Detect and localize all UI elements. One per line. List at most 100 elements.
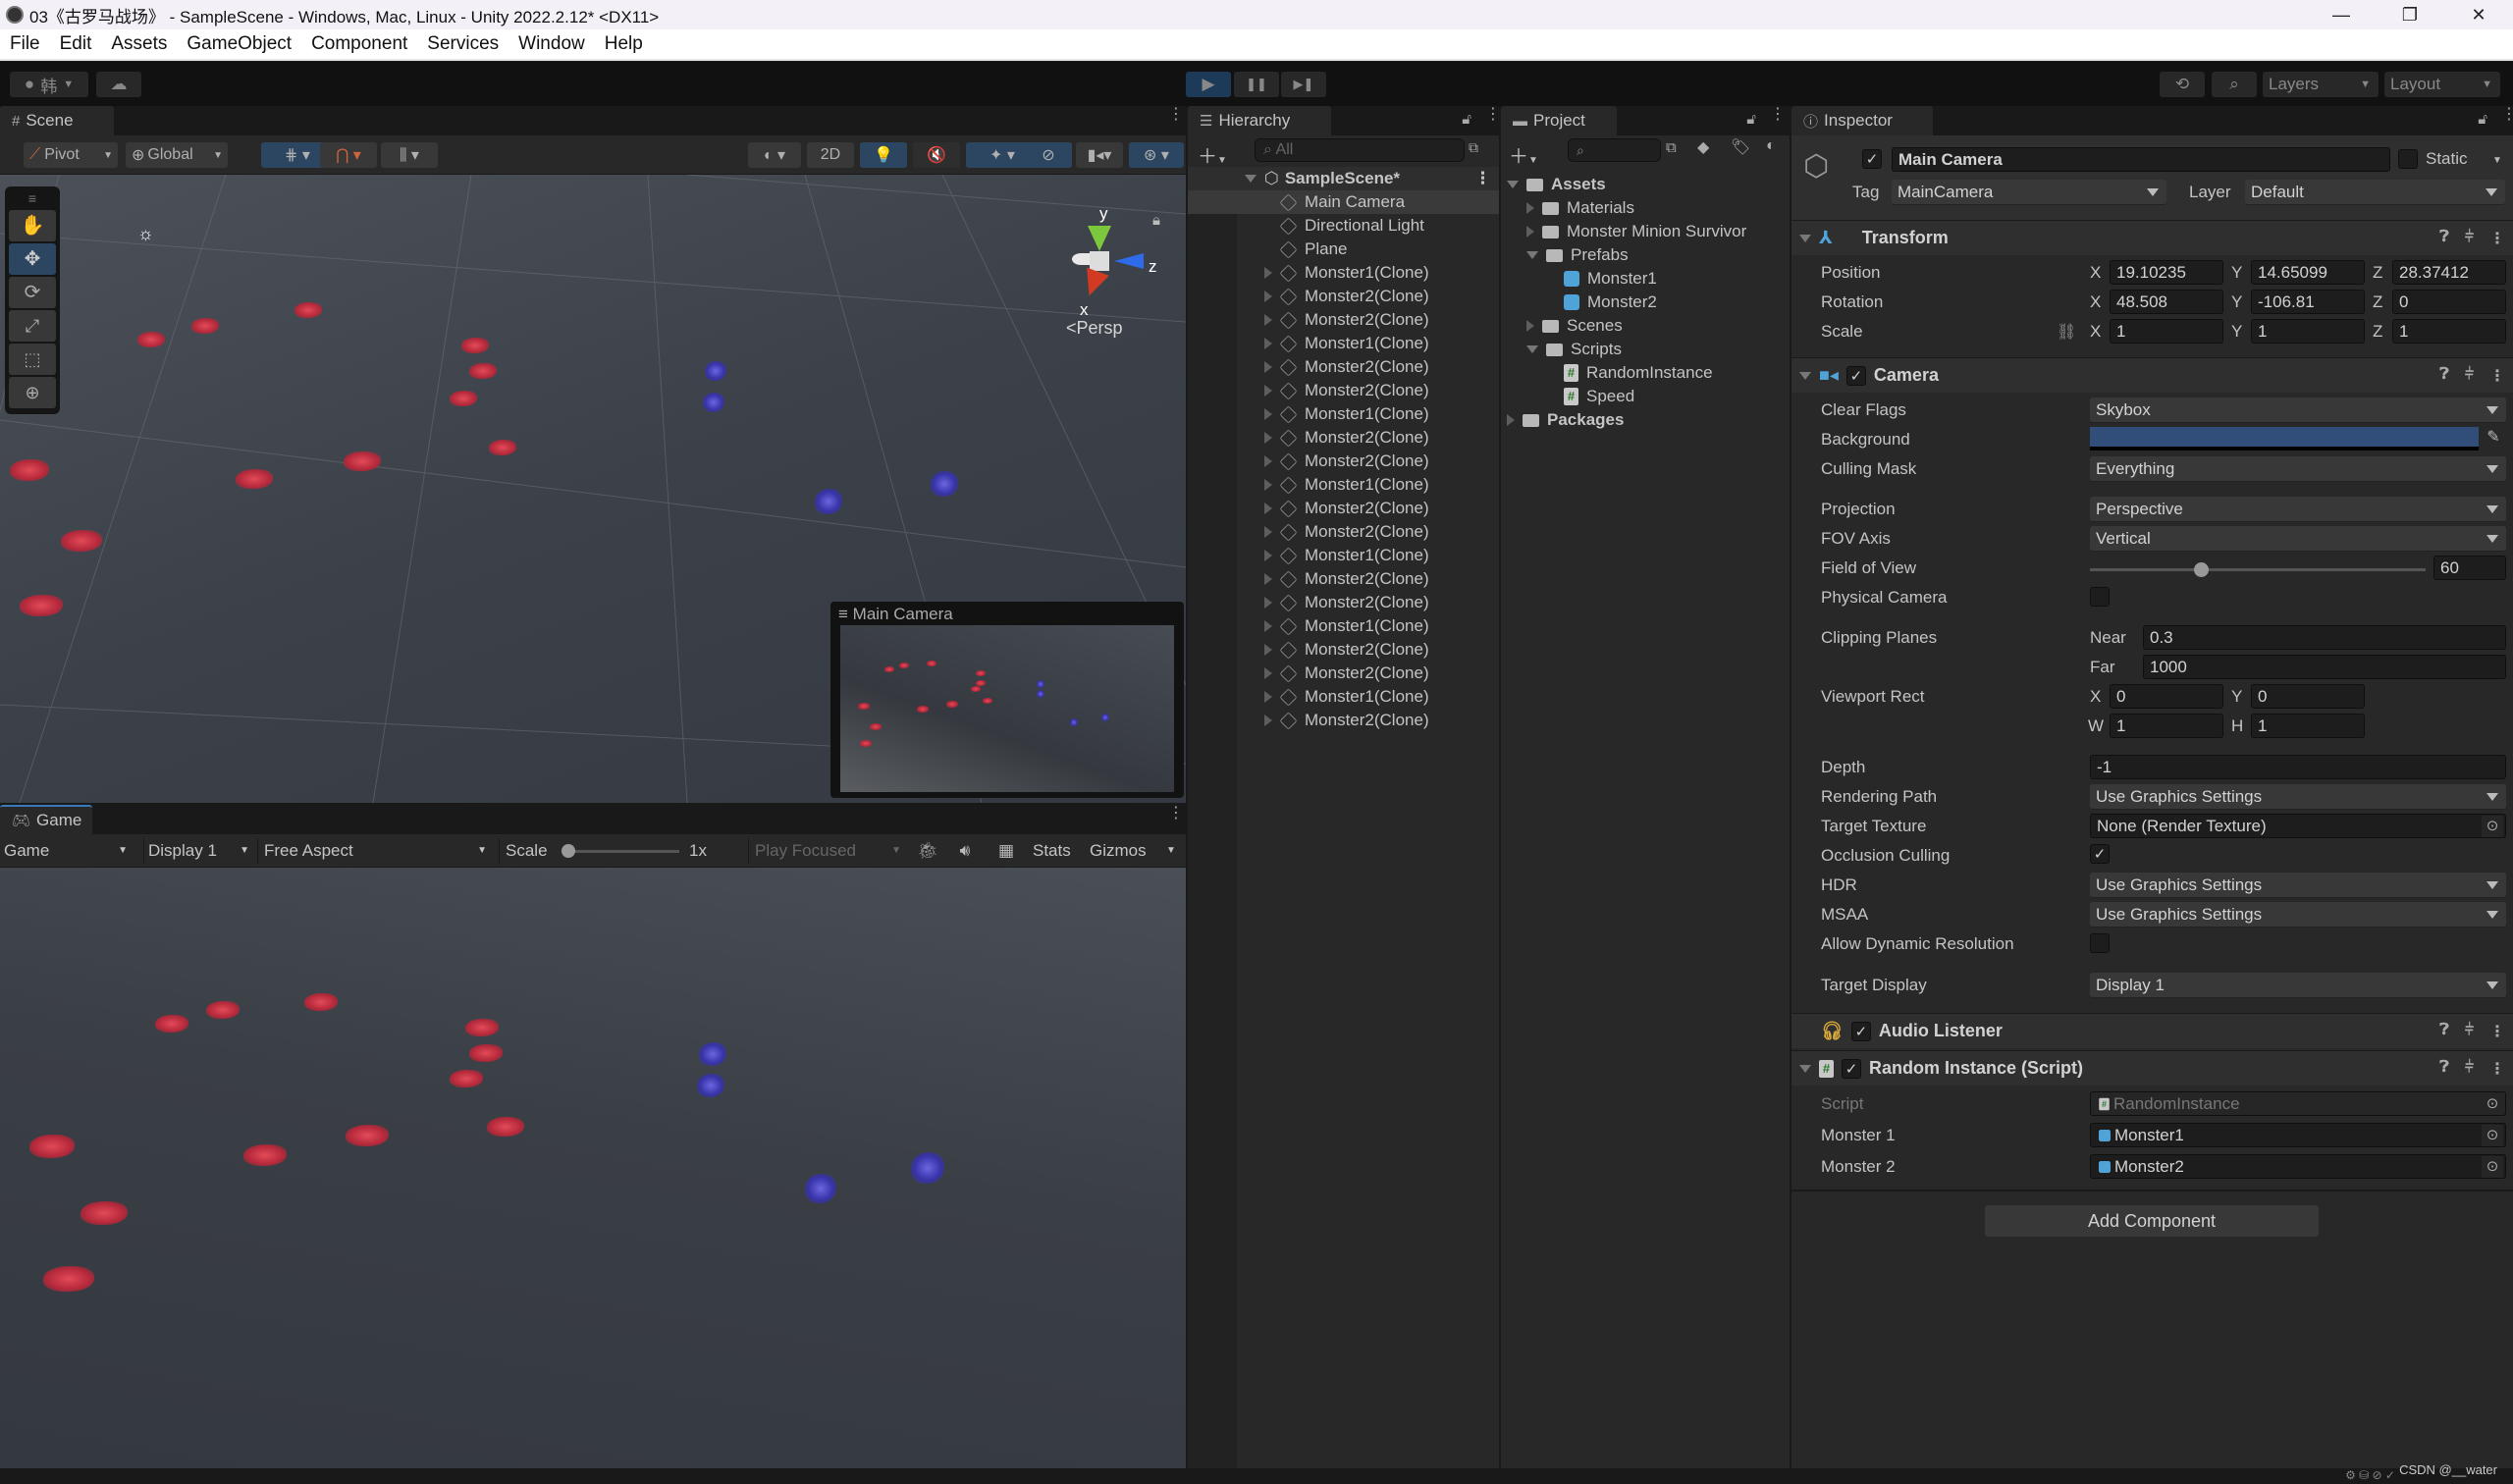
undo-history-button[interactable]: ⟲ <box>2160 72 2205 97</box>
position-y-input[interactable]: 14.65099 <box>2251 260 2365 285</box>
help-icon[interactable]: ❓︎ <box>2439 1059 2449 1079</box>
help-icon[interactable]: ❓︎ <box>2439 366 2449 386</box>
game-mode-dropdown[interactable]: Game ▼ <box>4 838 132 864</box>
tab-hierarchy[interactable]: ☰ Hierarchy <box>1188 106 1331 135</box>
expand-arrow-icon[interactable] <box>1264 715 1272 726</box>
transform-tool-icon[interactable]: ⊕ <box>9 377 56 408</box>
collapse-arrow-icon[interactable] <box>1526 251 1538 259</box>
aspect-dropdown[interactable]: Free Aspect ▼ <box>257 838 491 864</box>
cloud-button[interactable]: ☁ <box>96 72 141 97</box>
monster1-sprite[interactable] <box>461 338 489 353</box>
gizmos-dropdown[interactable]: ⊛ ▾ <box>1129 142 1184 168</box>
scale-slider[interactable] <box>561 844 679 858</box>
scene-search-toggle[interactable]: ⧉ <box>1469 139 1478 156</box>
expand-arrow-icon[interactable] <box>1264 291 1272 302</box>
lock-icon[interactable]: 🔓︎ <box>1462 111 1471 128</box>
2d-toggle[interactable]: 2D <box>807 142 854 168</box>
preset-icon[interactable]: ⫩ <box>2465 1059 2474 1079</box>
preset-icon[interactable]: ⫩ <box>2465 366 2474 386</box>
lock-icon[interactable]: 🔓︎ <box>2478 111 2487 128</box>
pause-button[interactable]: ❚❚ <box>1234 72 1279 97</box>
dynamic-resolution-checkbox[interactable] <box>2090 933 2110 953</box>
kebab-menu-icon[interactable]: ⋮ <box>1485 107 1501 123</box>
menu-services[interactable]: Services <box>417 33 508 55</box>
camera-settings-dropdown[interactable]: ▮◂▾ <box>1076 142 1123 168</box>
hierarchy-item[interactable]: Monster1(Clone) <box>1188 685 1499 709</box>
object-name-input[interactable]: Main Camera <box>1892 147 2390 172</box>
scale-tool-icon[interactable]: ⤢ <box>9 310 56 342</box>
play-button[interactable]: ▶ <box>1186 72 1231 97</box>
constrain-proportions-icon[interactable]: ⛓︎ <box>2057 322 2076 342</box>
kebab-menu-icon[interactable]: ⋮ <box>2489 366 2505 386</box>
rotate-tool-icon[interactable]: ⟳ <box>9 277 56 308</box>
hand-tool-icon[interactable]: ✋ <box>9 210 56 241</box>
bug-icon[interactable]: 🐞︎ <box>913 838 942 864</box>
project-item[interactable]: Packages <box>1501 408 1790 432</box>
scene-root-row[interactable]: ⬡ SampleScene* ⋮ <box>1188 167 1499 190</box>
expand-arrow-icon[interactable] <box>1264 385 1272 397</box>
sun-light-icon[interactable]: ☼ <box>137 224 154 244</box>
project-item[interactable]: Monster Minion Survivor <box>1501 220 1790 243</box>
project-item[interactable]: # RandomInstance <box>1501 361 1790 385</box>
monster2-sprite[interactable] <box>815 489 842 514</box>
physical-camera-checkbox[interactable] <box>2090 587 2110 607</box>
monster1-sprite[interactable] <box>294 302 322 318</box>
expand-arrow-icon[interactable] <box>1264 573 1272 585</box>
menu-component[interactable]: Component <box>301 33 417 55</box>
expand-arrow-icon[interactable] <box>1264 432 1272 444</box>
scene-viewport[interactable]: ☼ ≡ ✋ ✥ ⟳ ⤢ ⬚ ⊕ y z x 🔒︎ <Persp ≡ Main C… <box>0 175 1186 803</box>
project-item[interactable]: Monster2 <box>1501 291 1790 314</box>
filter-by-log-icon[interactable]: ◐ <box>1766 137 1776 155</box>
camera-enabled-checkbox[interactable]: ✓ <box>1845 365 1866 386</box>
monster1-sprite[interactable] <box>137 332 165 347</box>
kebab-menu-icon[interactable]: ⋮ <box>1168 806 1184 822</box>
display-dropdown[interactable]: Display 1 ▼ <box>143 838 253 864</box>
increment-snap-button[interactable]: ⋂ ▾ <box>320 142 377 168</box>
project-item[interactable]: Scenes <box>1501 314 1790 338</box>
project-search-input[interactable]: ⌕ <box>1568 138 1661 162</box>
fov-axis-dropdown[interactable]: Vertical <box>2090 526 2506 552</box>
scale-slider-knob[interactable] <box>561 844 575 858</box>
camera-header[interactable]: ■◂ ✓ Camera ❓︎ ⫩ ⋮ <box>1791 357 2513 393</box>
lock-icon[interactable]: 🔒︎ <box>1152 212 1160 229</box>
expand-arrow-icon[interactable] <box>1799 1064 1811 1073</box>
transform-header[interactable]: ⅄ Transform ❓︎ ⫩ ⋮ <box>1791 220 2513 255</box>
menu-assets[interactable]: Assets <box>101 33 177 55</box>
orientation-gizmo[interactable]: y z x 🔒︎ <box>1060 194 1168 322</box>
hierarchy-item[interactable]: Monster2(Clone) <box>1188 567 1499 591</box>
background-color-field[interactable] <box>2090 427 2479 450</box>
hierarchy-item[interactable]: Monster2(Clone) <box>1188 450 1499 473</box>
project-item[interactable]: Scripts <box>1501 338 1790 361</box>
rect-tool-icon[interactable]: ⬚ <box>9 344 56 375</box>
create-button[interactable]: ＋▼ <box>1509 140 1538 169</box>
hierarchy-item[interactable]: Monster1(Clone) <box>1188 261 1499 285</box>
add-component-button[interactable]: Add Component <box>1985 1205 2319 1237</box>
hierarchy-item[interactable]: Monster2(Clone) <box>1188 520 1499 544</box>
expand-arrow-icon[interactable] <box>1264 620 1272 632</box>
object-picker-icon[interactable]: ⊙ <box>2482 816 2503 837</box>
chevron-down-icon[interactable]: ▼ <box>2492 155 2502 166</box>
layout-dropdown[interactable]: Layout ▼ <box>2384 72 2500 97</box>
audio-toggle[interactable]: 🔇 <box>913 142 960 168</box>
hierarchy-item[interactable]: Monster1(Clone) <box>1188 544 1499 567</box>
expand-arrow-icon[interactable] <box>1264 503 1272 514</box>
monster1-sprite[interactable] <box>10 459 49 481</box>
monster1-sprite[interactable] <box>469 363 497 379</box>
layer-dropdown[interactable]: Default <box>2245 180 2505 205</box>
project-item[interactable]: Monster1 <box>1501 267 1790 291</box>
kebab-menu-icon[interactable]: ⋮ <box>1474 169 1491 188</box>
expand-arrow-icon[interactable] <box>1264 691 1272 703</box>
hierarchy-item[interactable]: Monster2(Clone) <box>1188 591 1499 614</box>
expand-arrow-icon[interactable] <box>1264 550 1272 561</box>
search-button[interactable]: ⌕ <box>2212 72 2257 97</box>
draw-mode-dropdown[interactable]: ◐ ▾ <box>748 142 801 168</box>
expand-arrow-icon[interactable] <box>1264 314 1272 326</box>
rotation-z-input[interactable]: 0 <box>2392 290 2506 314</box>
menu-gameobject[interactable]: GameObject <box>177 33 301 55</box>
minimize-button[interactable]: — <box>2307 0 2376 29</box>
depth-input[interactable]: -1 <box>2090 755 2506 779</box>
audio-listener-header[interactable]: 🎧︎ ✓ Audio Listener ❓︎ ⫩ ⋮ <box>1791 1013 2513 1048</box>
far-input[interactable]: 1000 <box>2143 655 2506 679</box>
hierarchy-item[interactable]: Monster2(Clone) <box>1188 285 1499 308</box>
fov-slider-knob[interactable] <box>2193 562 2209 577</box>
